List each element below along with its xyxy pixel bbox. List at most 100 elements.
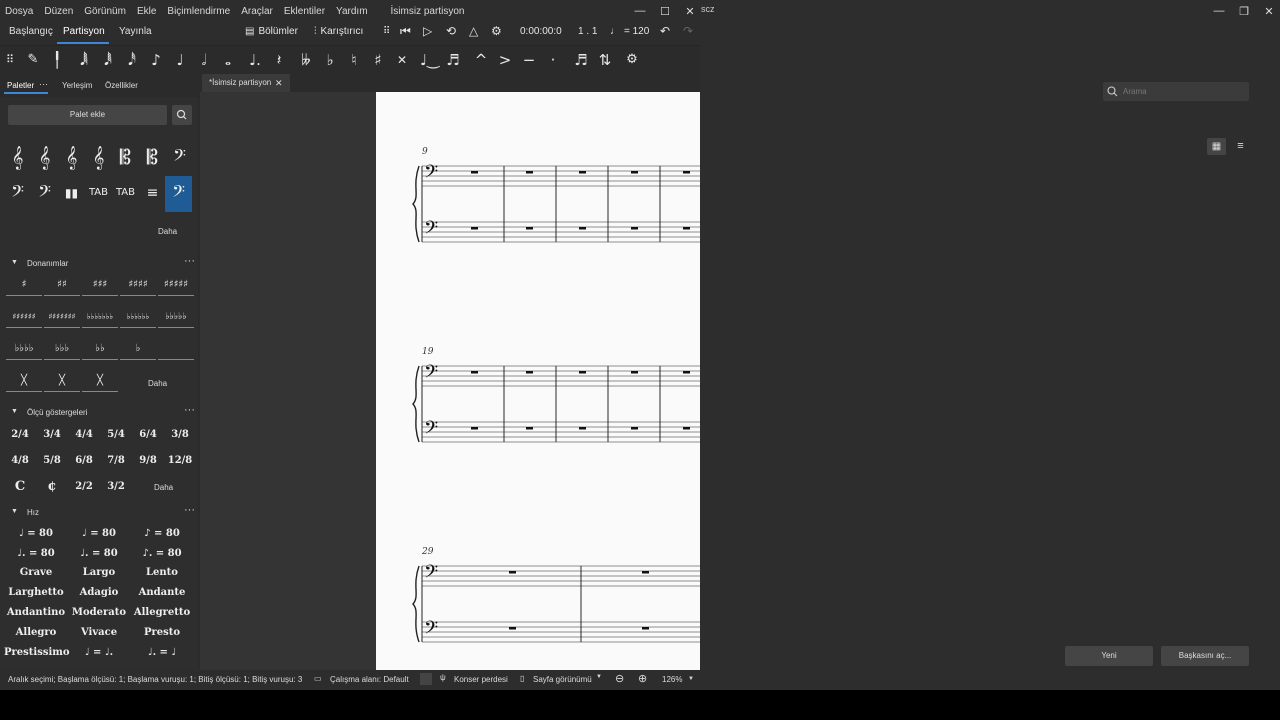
add-palette-button[interactable]: Palet ekle xyxy=(8,105,167,125)
time-sig-6-4[interactable]: 6/4 xyxy=(133,424,163,446)
zoom-in-icon[interactable]: ⊕ xyxy=(638,672,647,685)
page-view-selector[interactable]: Sayfa görünümü xyxy=(533,675,592,684)
menu-add[interactable]: Ekle xyxy=(137,6,156,17)
tempo-allegro[interactable]: Allegro xyxy=(4,627,68,638)
playback-settings-icon[interactable]: ⚙ xyxy=(491,24,502,38)
metric-modulation-2[interactable]: ♩. = ♩ xyxy=(130,647,194,658)
play-icon[interactable]: ▷ xyxy=(423,24,432,38)
section-menu-icon[interactable]: ··· xyxy=(184,255,195,267)
time-more-button[interactable]: Daha xyxy=(154,483,173,492)
mixer-button[interactable]: ⫶ Karıştırıcı xyxy=(314,26,363,37)
time-sig-2-2[interactable]: 2/2 xyxy=(69,476,99,498)
key-a-flat-major[interactable]: ♭♭♭♭ xyxy=(6,338,42,360)
menu-view[interactable]: Görünüm xyxy=(84,6,126,17)
slur-icon[interactable]: ♬ xyxy=(444,50,462,70)
metric-modulation-1[interactable]: ♩ = ♩. xyxy=(67,647,131,658)
toolbar-settings-icon[interactable]: ⚙ xyxy=(623,50,641,70)
key-c-major[interactable] xyxy=(158,338,194,360)
undo-icon[interactable]: ↶ xyxy=(660,24,670,38)
section-menu-icon[interactable]: ··· xyxy=(184,404,195,416)
bass-clef-selected-icon[interactable]: 𝄢 xyxy=(165,176,192,212)
tempo-largo[interactable]: Largo xyxy=(67,567,131,578)
concert-pitch-toggle[interactable] xyxy=(420,673,432,685)
tempo-grave[interactable]: Grave xyxy=(4,567,68,578)
tempo-andante[interactable]: Andante xyxy=(130,587,194,598)
time-sig-4-8[interactable]: 4/8 xyxy=(5,450,35,472)
time-sig-3-4[interactable]: 3/4 xyxy=(37,424,67,446)
menu-help[interactable]: Yardım xyxy=(336,6,368,17)
tuplet-icon[interactable]: ♬ xyxy=(572,50,590,70)
tempo-lento[interactable]: Lento xyxy=(130,567,194,578)
rest-icon[interactable]: 𝄽 xyxy=(270,50,288,70)
time-sig-5-4[interactable]: 5/4 xyxy=(101,424,131,446)
time-sig-7-8[interactable]: 7/8 xyxy=(101,450,131,472)
list-view-icon[interactable]: ≡ xyxy=(1231,138,1250,155)
menu-file[interactable]: Dosya xyxy=(5,6,33,17)
key-c-flat-major[interactable]: ♭♭♭♭♭♭♭ xyxy=(82,306,118,328)
zoom-level[interactable]: 126% xyxy=(662,675,682,684)
tempo-dotted-eighth-80[interactable]: ♪. = 80 xyxy=(130,548,194,559)
parts-button[interactable]: ▤ Bölümler xyxy=(245,26,298,37)
time-sig-common[interactable]: C xyxy=(5,476,35,498)
time-sig-cut[interactable]: ¢ xyxy=(37,476,67,498)
time-sig-6-8[interactable]: 6/8 xyxy=(69,450,99,472)
key-d-major[interactable]: ♯♯ xyxy=(44,274,80,296)
loop-icon[interactable]: ⟲ xyxy=(446,24,456,38)
tab-home[interactable]: Başlangıç xyxy=(9,26,53,37)
key-open[interactable]: ╳ xyxy=(6,370,42,392)
key-atonal[interactable]: ╳ xyxy=(44,370,80,392)
drag-handle-icon[interactable]: ⠿ xyxy=(383,26,390,37)
tempo-larghetto[interactable]: Larghetto xyxy=(4,587,68,598)
chevron-down-icon[interactable]: ▼ xyxy=(596,674,602,680)
tempo-adagio[interactable]: Adagio xyxy=(67,587,131,598)
chevron-down-icon[interactable]: ▼ xyxy=(688,676,694,682)
tempo-vivace[interactable]: Vivace xyxy=(67,627,131,638)
minimize-icon[interactable]: — xyxy=(1205,0,1233,22)
scores-search-field[interactable]: Arama xyxy=(1103,82,1249,101)
rewind-icon[interactable]: ⏮ xyxy=(400,24,411,39)
tempo-prestissimo[interactable]: Prestissimo xyxy=(4,647,70,658)
workspace-selector[interactable]: Çalışma alanı: Default xyxy=(330,675,409,684)
new-score-button[interactable]: Yeni xyxy=(1065,646,1153,666)
tab-publish[interactable]: Yayınla xyxy=(119,26,152,37)
menu-plugins[interactable]: Eklentiler xyxy=(284,6,325,17)
minimize-icon[interactable]: — xyxy=(626,0,654,22)
key-e-flat-major[interactable]: ♭♭♭ xyxy=(44,338,80,360)
metronome-icon[interactable]: △ xyxy=(469,24,478,38)
close-icon[interactable]: ✕ xyxy=(1255,0,1280,22)
eighth-note-icon[interactable]: ♪ xyxy=(147,50,165,70)
sharp-icon[interactable]: ♯ xyxy=(369,50,387,70)
tempo-moderato[interactable]: Moderato xyxy=(67,607,131,618)
time-sig-3-8[interactable]: 3/8 xyxy=(165,424,195,446)
tab-properties[interactable]: Özellikler xyxy=(105,81,138,90)
open-other-button[interactable]: Başkasını aç... xyxy=(1161,646,1249,666)
flat-icon[interactable]: ♭ xyxy=(321,50,339,70)
key-b-flat-major[interactable]: ♭♭ xyxy=(82,338,118,360)
time-sig-12-8[interactable]: 12/8 xyxy=(165,450,195,472)
score-page[interactable]: 9 𝄢 𝄢 19 𝄢 𝄢 29 𝄢 𝄢 xyxy=(376,92,700,670)
drag-handle-icon[interactable]: ⠿ xyxy=(1,50,19,70)
double-flat-icon[interactable]: 𝄫 xyxy=(297,50,315,70)
natural-icon[interactable]: ♮ xyxy=(345,50,363,70)
clefs-more-button[interactable]: Daha xyxy=(158,227,177,236)
tie-icon[interactable]: ♩‿ xyxy=(420,50,439,70)
tenuto-icon[interactable]: − xyxy=(520,50,538,70)
key-custom[interactable]: ╳ xyxy=(82,370,118,392)
key-d-flat-major[interactable]: ♭♭♭♭♭ xyxy=(158,306,194,328)
64th-note-icon[interactable]: 𝅘𝅥𝅲 xyxy=(75,50,93,70)
menu-edit[interactable]: Düzen xyxy=(44,6,73,17)
key-g-major[interactable]: ♯ xyxy=(6,274,42,296)
32nd-note-icon[interactable]: 𝅘𝅥𝅱 xyxy=(99,50,117,70)
time-sig-3-2[interactable]: 3/2 xyxy=(101,476,131,498)
palettes-menu-icon[interactable]: ··· xyxy=(39,79,48,89)
grid-view-icon[interactable]: ▦ xyxy=(1207,138,1226,155)
time-sig-2-4[interactable]: 2/4 xyxy=(5,424,35,446)
key-f-major[interactable]: ♭ xyxy=(120,338,156,360)
key-b-major[interactable]: ♯♯♯♯♯ xyxy=(158,274,194,296)
tab-palettes[interactable]: Paletler xyxy=(7,81,34,90)
time-sig-5-8[interactable]: 5/8 xyxy=(37,450,67,472)
note-input-pen-icon[interactable]: ✎ xyxy=(24,50,42,70)
16th-note-icon[interactable]: 𝅘𝅥𝅰 xyxy=(123,50,141,70)
maximize-icon[interactable]: ☐ xyxy=(651,0,679,22)
tempo-dotted-half-80[interactable]: ♩. = 80 xyxy=(4,548,68,559)
